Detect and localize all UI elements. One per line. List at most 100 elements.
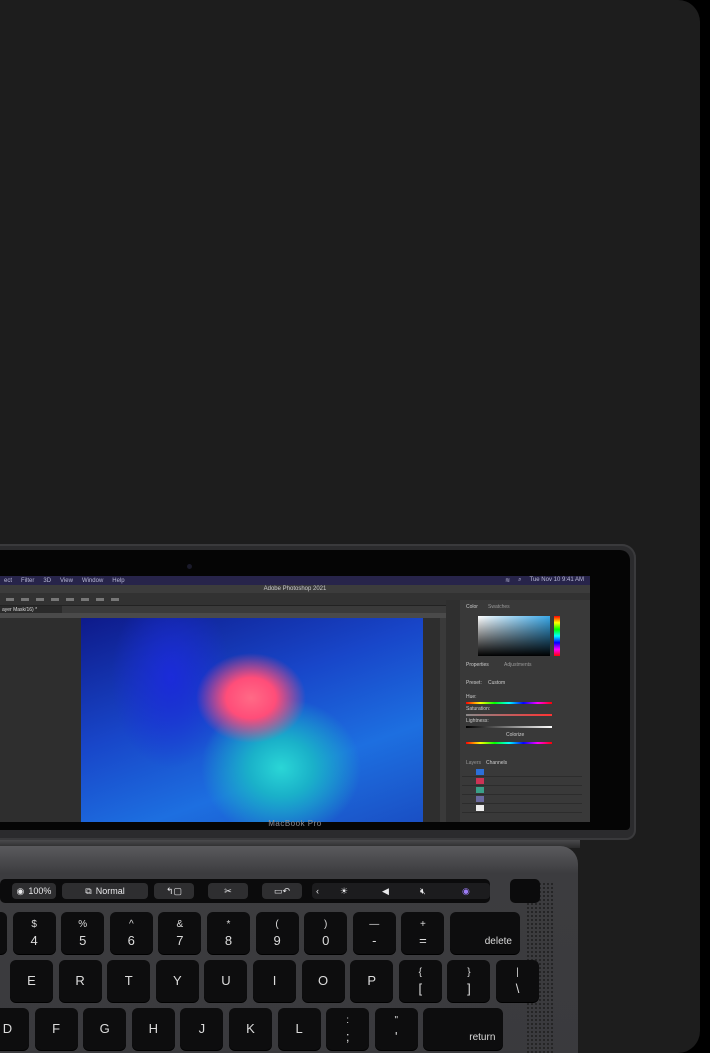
option-icon[interactable] (96, 597, 104, 601)
key-glyph: Y (172, 973, 182, 988)
mute-icon[interactable]: 🔇︎ (420, 886, 426, 897)
number-key[interactable]: $4 (12, 912, 56, 954)
tab-layers[interactable]: Layers (466, 760, 481, 766)
punctuation-key[interactable]: :; (326, 1008, 370, 1050)
menu-edit[interactable]: ect (4, 578, 12, 584)
transform-button[interactable]: ↰▢ (154, 883, 194, 899)
colorize-label[interactable]: Colorize (506, 732, 524, 738)
lightness-slider[interactable] (466, 726, 552, 728)
key-upper-glyph: + (419, 919, 426, 930)
key-glyph: E (27, 973, 36, 988)
letter-key[interactable]: F (34, 1008, 78, 1050)
letter-key[interactable]: U (204, 960, 248, 1002)
letter-key[interactable]: I (253, 960, 296, 1002)
option-icon[interactable] (6, 597, 14, 601)
volume-icon[interactable]: ◀ (382, 886, 389, 897)
option-icon[interactable] (81, 597, 89, 601)
key-upper-glyph: { (418, 967, 422, 978)
number-key[interactable]: * 8 (207, 912, 250, 954)
letter-key[interactable]: T (107, 960, 151, 1002)
menu-filter[interactable]: Filter (21, 578, 34, 584)
option-icon[interactable] (21, 597, 29, 601)
letter-key[interactable]: H (131, 1008, 175, 1050)
laptop-lid: ect Filter 3D View Window Help ≋ ⌕ Tue N… (0, 544, 636, 840)
search-icon[interactable]: ⌕ (518, 577, 521, 584)
key-glyph: O (318, 973, 329, 988)
hue-slider[interactable] (466, 702, 552, 704)
key-lower-glyph: 8 (224, 933, 233, 948)
menu-help[interactable]: Help (112, 578, 124, 584)
number-key[interactable]: % 5 (61, 912, 105, 954)
key-upper-glyph: $ (31, 919, 37, 930)
punctuation-key[interactable]: " ' (374, 1008, 418, 1050)
layers-icon: ⧉ (85, 885, 92, 896)
number-key[interactable]: ) 0 (304, 912, 348, 954)
delete-label: delete (484, 936, 512, 947)
bracket-key[interactable]: }] (447, 960, 491, 1002)
channel-row[interactable] (462, 804, 582, 813)
letter-key[interactable]: D (0, 1008, 29, 1050)
tab-channels[interactable]: Channels (486, 760, 507, 766)
channel-row[interactable] (462, 768, 582, 777)
brightness-icon[interactable]: ☀ (340, 886, 348, 897)
delete-key[interactable]: delete (450, 912, 520, 954)
letter-key[interactable]: Y (155, 960, 199, 1002)
letter-key[interactable]: P (350, 960, 394, 1002)
key-glyph: T (124, 973, 133, 988)
tab-adjustments[interactable]: Adjustments (504, 662, 532, 668)
number-key[interactable]: — - (352, 912, 396, 954)
saturation-slider[interactable] (466, 714, 552, 716)
letter-key[interactable]: J (180, 1008, 224, 1050)
blend-mode-button[interactable]: ⧉ Normal (62, 883, 148, 899)
color-picker-field[interactable] (478, 616, 550, 656)
key-upper-glyph: " (394, 1015, 399, 1026)
bracket-key[interactable]: {[ (398, 960, 442, 1002)
clock-text[interactable]: Tue Nov 10 9:41 AM (530, 577, 584, 584)
tab-color[interactable]: Color (466, 604, 478, 610)
chevron-left-icon[interactable]: ‹ (316, 886, 319, 896)
menu-window[interactable]: Window (82, 578, 103, 584)
option-icon[interactable] (111, 597, 119, 601)
option-icon[interactable] (36, 597, 44, 601)
return-key[interactable]: return (423, 1008, 504, 1050)
key-lower-glyph: ' (395, 1029, 398, 1044)
menu-3d[interactable]: 3D (43, 578, 51, 584)
number-key[interactable]: & 7 (158, 912, 202, 954)
touch-id-key[interactable] (510, 879, 540, 903)
key-lower-glyph: 9 (273, 933, 281, 948)
menu-view[interactable]: View (60, 578, 73, 584)
wifi-icon[interactable]: ≋ (505, 577, 510, 584)
zoom-button[interactable]: ◉ 100% (12, 883, 56, 899)
option-icon[interactable] (51, 597, 59, 601)
option-icon[interactable] (66, 597, 74, 601)
key-lower-glyph: 7 (176, 933, 184, 948)
number-key[interactable]: + = (401, 912, 445, 954)
letter-key[interactable]: E (10, 960, 53, 1002)
letter-key[interactable]: K (229, 1008, 272, 1050)
tab-properties[interactable]: Properties (466, 662, 489, 668)
number-key[interactable]: (9 (255, 912, 299, 954)
key-glyph: U (221, 973, 231, 988)
letter-key[interactable]: L (277, 1008, 321, 1050)
number-key[interactable]: #3 (0, 912, 7, 954)
cut-button[interactable]: ✂ (208, 883, 248, 899)
key-lower-glyph: = (419, 933, 427, 948)
portrait-photo[interactable] (81, 618, 423, 822)
key-lower-glyph: ; (345, 1029, 350, 1044)
channel-row[interactable] (462, 795, 582, 804)
letter-key[interactable]: O (301, 960, 345, 1002)
channel-row[interactable] (462, 777, 582, 786)
siri-icon[interactable]: ◉ (462, 886, 470, 897)
hue-strip[interactable] (554, 616, 560, 656)
channel-row[interactable] (462, 786, 582, 795)
key-glyph: F (52, 1021, 61, 1036)
preset-value[interactable]: Custom (488, 680, 505, 686)
history-button[interactable]: ▭↶ (262, 883, 302, 899)
bracket-key[interactable]: | \ (496, 960, 539, 1002)
number-key[interactable]: ^ 6 (109, 912, 153, 954)
camera-icon (187, 564, 192, 569)
canvas-area[interactable] (0, 618, 440, 822)
tab-swatches[interactable]: Swatches (488, 604, 510, 610)
letter-key[interactable]: G (83, 1008, 127, 1050)
letter-key[interactable]: R (58, 960, 102, 1002)
